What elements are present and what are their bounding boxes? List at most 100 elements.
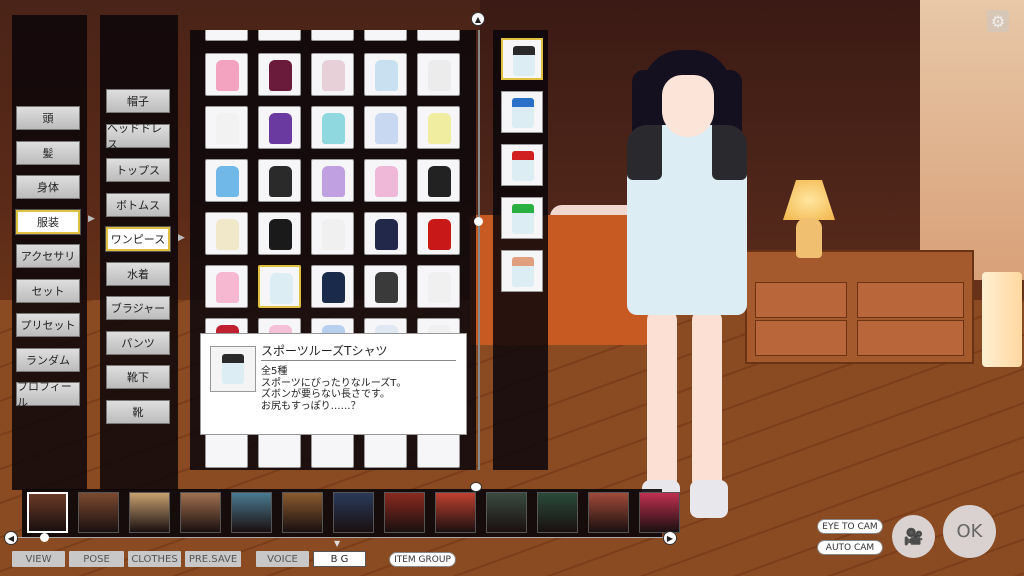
category-button[interactable]: 服装 [15,208,81,235]
background-thumbnail[interactable] [486,492,527,533]
category-button[interactable]: プロフィール [16,380,80,409]
subcategory-button[interactable]: ブラジャー [106,296,170,320]
tab-pose[interactable]: POSE [69,551,124,567]
outfit-item[interactable] [205,53,248,96]
tab-presave[interactable]: PRE.SAVE [185,551,241,567]
background-thumbnail[interactable] [180,492,221,533]
color-variant[interactable] [501,144,543,186]
background-thumbnail[interactable] [639,492,680,533]
outfit-item[interactable] [205,212,248,255]
outfit-item[interactable] [364,106,407,149]
video-camera-icon: 🎥 [903,527,924,546]
dress-icon [375,60,398,91]
outfit-item[interactable] [364,53,407,96]
category-button[interactable]: アクセサリ [16,244,80,268]
scroll-right-button[interactable]: ▶ [663,531,677,545]
item-group-button[interactable]: ITEM GROUP [389,552,456,567]
thumbnail-scroll-thumb[interactable] [40,533,49,542]
category-button[interactable]: セット [16,278,80,303]
dress-icon [269,166,292,197]
background-thumbnail[interactable] [78,492,119,533]
outfit-item[interactable] [205,159,248,202]
outfit-item[interactable] [417,30,460,41]
character-model[interactable] [612,40,762,530]
outfit-item[interactable] [258,159,301,202]
color-variant[interactable] [501,38,543,80]
auto-cam-toggle[interactable]: AUTO CAM [817,540,883,555]
outfit-item[interactable] [364,159,407,202]
outfit-item[interactable] [417,212,460,255]
category-button[interactable]: プリセット [16,313,80,337]
outfit-item[interactable] [311,106,354,149]
outfit-item[interactable] [417,106,460,149]
shoe-right [690,480,728,518]
dress-icon [375,166,398,197]
color-variant[interactable] [501,250,543,292]
outfit-item[interactable] [258,265,301,308]
category-button[interactable]: 頭 [16,106,80,130]
thumbnail-scrollbar[interactable] [15,537,670,538]
tab-view[interactable]: VIEW [12,551,65,567]
background-thumbnail[interactable] [27,492,68,533]
tooltip-line: お尻もすっぽり……？ [261,400,361,412]
outfit-item[interactable] [311,159,354,202]
subcategory-button[interactable]: 帽子 [106,89,170,113]
outfit-item[interactable] [258,30,301,41]
outfit-item[interactable] [364,30,407,41]
item-tooltip: スポーツルーズTシャツ 全5種 スポーツにぴったりなルーズT。 ズボンが要らない… [200,333,467,435]
subcategory-button[interactable]: ボトムス [106,192,170,217]
background-thumbnail[interactable] [384,492,425,533]
tooltip-line: ズボンが要らない長さです。 [261,389,390,400]
tab-voice[interactable]: VOICE [256,551,309,567]
outfit-item[interactable] [205,265,248,308]
outfit-item[interactable] [205,30,248,41]
tooltip-description: 全5種 スポーツにぴったりなルーズT。 ズボンが要らない長さです。 お尻もすっぽ… [261,366,406,412]
subcategory-button[interactable]: パンツ [106,330,170,355]
settings-button[interactable]: ⚙ [987,10,1009,32]
outfit-item[interactable] [417,265,460,308]
lamp-base [796,218,822,258]
scroll-thumb[interactable] [474,217,483,226]
subcategory-button[interactable]: 靴下 [106,365,170,389]
tab-bg[interactable]: B G [313,551,366,567]
outfit-item[interactable] [311,30,354,41]
eye-to-cam-toggle[interactable]: EYE TO CAM [817,519,883,534]
outfit-item[interactable] [417,53,460,96]
category-button[interactable]: 身体 [16,175,80,199]
subcategory-button[interactable]: ヘッドドレス [106,122,170,151]
ok-button[interactable]: OK [943,505,996,558]
tab-clothes[interactable]: CLOTHES [128,551,181,567]
outfit-item[interactable] [311,53,354,96]
outfit-item[interactable] [258,212,301,255]
category-button[interactable]: ランダム [16,347,80,372]
outfit-item[interactable] [258,106,301,149]
outfit-item[interactable] [258,53,301,96]
camera-add-button[interactable]: 🎥 [892,515,935,558]
background-thumbnail[interactable] [129,492,170,533]
subcategory-button[interactable]: ワンピース [105,226,171,252]
color-panel [493,30,548,470]
outfit-item[interactable] [205,106,248,149]
background-thumbnail[interactable] [537,492,578,533]
background-thumbnail[interactable] [435,492,476,533]
scroll-up-button[interactable]: ▲ [471,12,485,26]
color-variant[interactable] [501,197,543,239]
scroll-down-button[interactable] [470,482,482,492]
outfit-item[interactable] [364,265,407,308]
category-button[interactable]: 髪 [16,140,80,165]
grid-scrollbar[interactable] [478,30,480,470]
background-thumbnail[interactable] [231,492,272,533]
sleeve-right [712,125,747,180]
scroll-left-button[interactable]: ◀ [4,531,18,545]
outfit-item[interactable] [311,212,354,255]
background-thumbnail[interactable] [333,492,374,533]
subcategory-button[interactable]: トップス [106,158,170,182]
background-thumbnail[interactable] [282,492,323,533]
outfit-item[interactable] [364,212,407,255]
outfit-item[interactable] [311,265,354,308]
subcategory-button[interactable]: 水着 [106,261,170,286]
background-thumbnail[interactable] [588,492,629,533]
subcategory-button[interactable]: 靴 [106,399,170,424]
outfit-item[interactable] [417,159,460,202]
color-variant[interactable] [501,91,543,133]
